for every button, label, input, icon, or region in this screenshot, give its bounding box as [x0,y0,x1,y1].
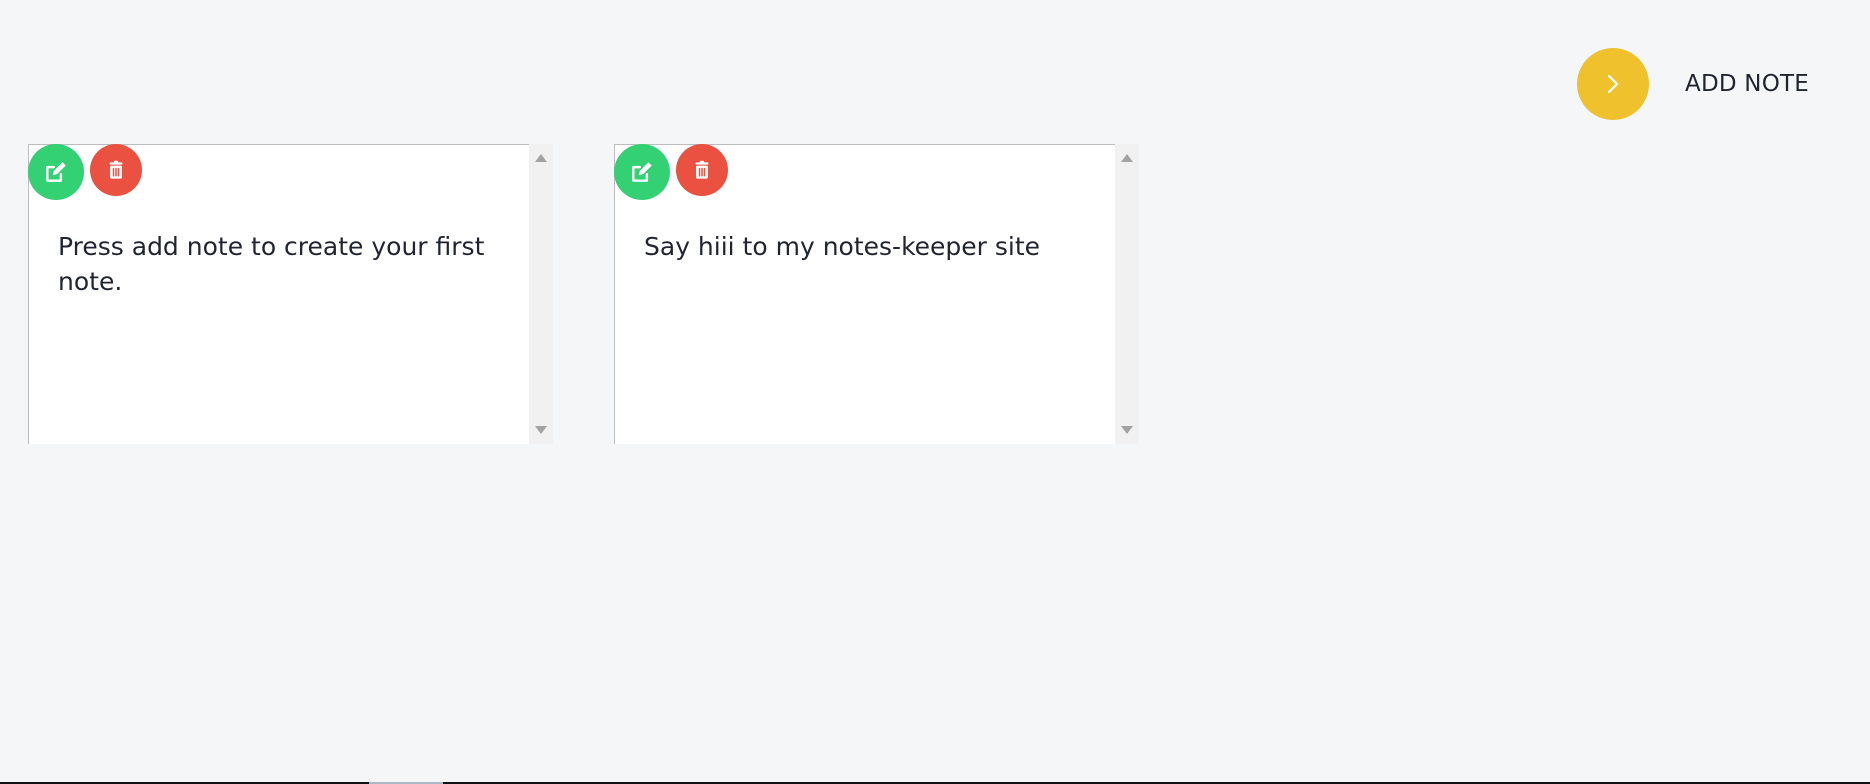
edit-note-button[interactable] [28,144,84,200]
note-tools [614,144,728,200]
edit-icon [632,162,652,182]
scroll-up-arrow[interactable] [535,154,547,162]
delete-note-button[interactable] [676,144,728,196]
note-tools [28,144,142,200]
trash-icon [695,160,709,179]
add-note-label[interactable]: ADD NOTE [1685,71,1809,97]
scroll-down-arrow[interactable] [535,426,547,434]
add-note-button[interactable] [1577,48,1650,120]
note-scrollbar[interactable] [1115,144,1139,444]
add-note-control[interactable]: ADD NOTE [1577,48,1809,120]
note-text[interactable]: Press add note to create your first note… [58,229,505,299]
delete-note-button[interactable] [90,144,142,196]
edit-icon [46,162,66,182]
trash-icon [109,160,123,179]
chevron-right-icon [1607,74,1619,94]
note-text[interactable]: Say hiii to my notes-keeper site [644,229,1091,264]
note-card: Say hiii to my notes-keeper site [614,144,1139,444]
notes-list: Press add note to create your first note… [28,144,1139,444]
edit-note-button[interactable] [614,144,670,200]
note-scrollbar[interactable] [529,144,553,444]
scroll-up-arrow[interactable] [1121,154,1133,162]
scroll-down-arrow[interactable] [1121,426,1133,434]
note-card: Press add note to create your first note… [28,144,553,444]
